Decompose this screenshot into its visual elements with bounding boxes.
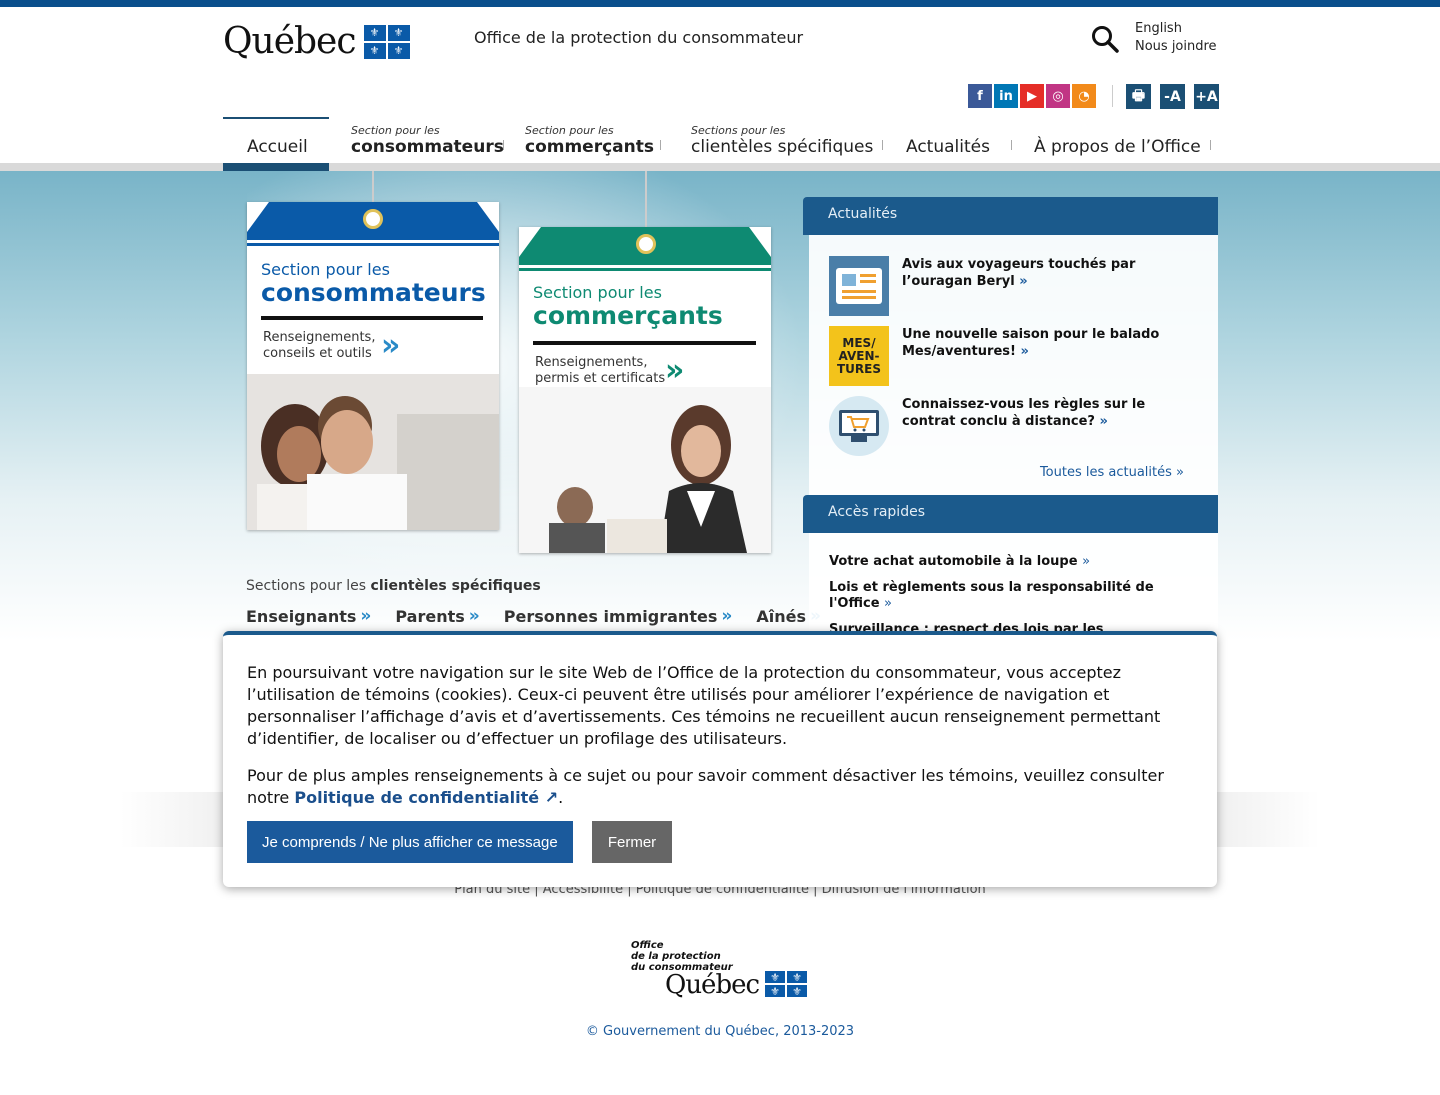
- specific-heading-prefix: Sections pour les: [246, 578, 371, 594]
- header-links: English Nous joindre: [1135, 20, 1217, 56]
- merchants-card-description: Renseignements, permis et certificats: [535, 355, 666, 386]
- hanger-ring: [363, 209, 383, 229]
- toolbar-divider: [1112, 85, 1113, 107]
- card-rule: [533, 341, 756, 345]
- top-accent-bar: [0, 0, 1440, 7]
- news-item-text: Une nouvelle saison pour le balado Mes/a…: [902, 327, 1160, 359]
- chevron-right-icon: »: [381, 328, 401, 363]
- privacy-policy-link[interactable]: Politique de confidentialité ↗: [294, 788, 558, 807]
- couple-photo: [247, 374, 499, 530]
- nav-divider: [1210, 140, 1211, 150]
- print-icon[interactable]: 🖶: [1126, 84, 1151, 109]
- specific-client-link[interactable]: Personnes immigrantes»: [504, 606, 733, 626]
- specific-clients-links: Enseignants» Parents» Personnes immigrante…: [246, 606, 821, 626]
- fleurdelise-flag-icon: ⚜ ⚜ ⚜ ⚜: [765, 971, 807, 997]
- chevron-right-icon: »: [721, 606, 733, 626]
- nav-home[interactable]: Accueil: [223, 117, 329, 163]
- nav-about-label: À propos de l’Office: [1034, 137, 1201, 157]
- quick-link[interactable]: Lois et règlements sous la responsabilit…: [829, 580, 1189, 612]
- copyright: © Gouvernement du Québec, 2013-2023: [585, 1024, 855, 1039]
- close-banner-button[interactable]: Fermer: [592, 821, 672, 863]
- consumers-card-description: Renseignements, conseils et outils: [263, 330, 376, 361]
- news-item[interactable]: Connaissez-vous les règles sur le contra…: [829, 396, 1189, 456]
- nav-clients-label: clientèles spécifiques: [691, 137, 874, 157]
- card-string: [645, 171, 647, 235]
- online-shopping-icon: [829, 396, 889, 456]
- nav-home-label: Accueil: [247, 137, 308, 157]
- nav-specific-clients[interactable]: Sections pour les clientèles spécifiques: [661, 117, 882, 163]
- news-item-text: Avis aux voyageurs touchés par l’ouragan…: [902, 257, 1136, 289]
- news-panel-header: Actualités: [803, 197, 1218, 235]
- nav-active-indicator: [223, 163, 329, 171]
- footer-logo-line: Office: [631, 940, 664, 951]
- nav-news-label: Actualités: [906, 137, 990, 157]
- nav-underline: [0, 163, 1440, 171]
- instagram-icon[interactable]: ◎: [1046, 84, 1070, 108]
- nav-consumers[interactable]: Section pour les consommateurs: [329, 117, 504, 163]
- footer-logo[interactable]: Office de la protection du consommateur …: [631, 940, 811, 1004]
- increase-text-size-button[interactable]: +A: [1194, 84, 1219, 109]
- english-link[interactable]: English: [1135, 20, 1217, 38]
- card-rule: [261, 316, 483, 320]
- news-item-text: Connaissez-vous les règles sur le contra…: [902, 397, 1146, 429]
- consumers-card[interactable]: Section pour les consommateurs Renseigne…: [247, 202, 499, 530]
- sidebar: Actualités Avis aux voyageurs touchés pa…: [803, 197, 1218, 637]
- all-news-link[interactable]: Toutes les actualités »: [1040, 465, 1184, 480]
- quebec-logo[interactable]: Québec ⚜ ⚜ ⚜ ⚜: [223, 21, 410, 62]
- rss-icon[interactable]: ◔: [1072, 84, 1096, 108]
- accept-cookies-button[interactable]: Je comprends / Ne plus afficher ce messa…: [247, 821, 573, 863]
- newspaper-icon: [829, 256, 889, 316]
- nav-merchants-prefix: Section pour les: [525, 124, 614, 137]
- news-item[interactable]: Avis aux voyageurs touchés par l’ouragan…: [829, 256, 1189, 316]
- hanger-ring: [636, 234, 656, 254]
- chevron-right-icon: »: [468, 606, 480, 626]
- logo-wordmark: Québec: [223, 21, 357, 62]
- chevron-right-icon: »: [665, 353, 685, 388]
- chevron-right-icon: »: [360, 606, 372, 626]
- consumers-card-title: consommateurs: [261, 278, 486, 307]
- cookie-more-info: Pour de plus amples renseignements à ce …: [247, 765, 1197, 809]
- main-navigation: Accueil Section pour les consommateurs S…: [223, 117, 1218, 163]
- nav-consumers-prefix: Section pour les: [351, 124, 440, 137]
- linkedin-icon[interactable]: in: [994, 84, 1018, 108]
- search-icon[interactable]: [1090, 24, 1120, 54]
- news-item[interactable]: MES/ AVEN- TURES Une nouvelle saison pou…: [829, 326, 1189, 386]
- facebook-icon[interactable]: f: [968, 84, 992, 108]
- nav-about[interactable]: À propos de l’Office: [1012, 117, 1210, 163]
- cookie-banner: En poursuivant votre navigation sur le s…: [223, 631, 1217, 887]
- merchants-card[interactable]: Section pour les commerçants Renseigneme…: [519, 227, 771, 553]
- youtube-icon[interactable]: ▶: [1020, 84, 1044, 108]
- fleurdelise-flag-icon: ⚜ ⚜ ⚜ ⚜: [363, 24, 410, 59]
- site-header: Québec ⚜ ⚜ ⚜ ⚜ Office de la protection du c…: [223, 7, 1219, 117]
- footer-logo-line: de la protection: [631, 951, 721, 962]
- nav-consumers-label: consommateurs: [351, 137, 504, 157]
- consumers-card-prefix: Section pour les: [261, 260, 390, 279]
- contact-link[interactable]: Nous joindre: [1135, 38, 1217, 56]
- specific-clients-heading: Sections pour les clientèles spécifiques: [246, 578, 541, 594]
- organization-name: Office de la protection du consommateur: [474, 28, 804, 47]
- podcast-icon: MES/ AVEN- TURES: [829, 326, 889, 386]
- footer-logo-wordmark: Québec: [665, 970, 760, 1000]
- nav-merchants[interactable]: Section pour les commerçants: [504, 117, 660, 163]
- decrease-text-size-button[interactable]: -A: [1160, 84, 1185, 109]
- cookie-message: En poursuivant votre navigation sur le s…: [247, 663, 1161, 748]
- external-link-icon: ↗: [544, 788, 559, 807]
- nav-merchants-label: commerçants: [525, 137, 654, 157]
- quick-access-header: Accès rapides: [803, 495, 1218, 533]
- merchants-card-prefix: Section pour les: [533, 283, 662, 302]
- nav-clients-prefix: Sections pour les: [691, 124, 786, 137]
- specific-client-link[interactable]: Enseignants»: [246, 606, 371, 626]
- specific-client-link[interactable]: Parents»: [395, 606, 479, 626]
- nav-news[interactable]: Actualités: [883, 117, 1011, 163]
- merchants-card-title: commerçants: [533, 301, 723, 330]
- cookie-more-info-end: .: [558, 788, 564, 807]
- quick-link[interactable]: Votre achat automobile à la loupe »: [829, 554, 1189, 570]
- specific-heading-bold: clientèles spécifiques: [370, 578, 541, 594]
- social-links: f in ▶ ◎ ◔: [968, 84, 1096, 108]
- businesswoman-photo: [519, 387, 771, 553]
- page-tools: 🖶 -A +A: [1126, 84, 1219, 109]
